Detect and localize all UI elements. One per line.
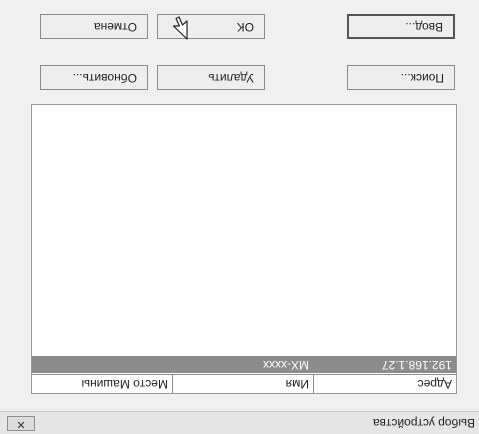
delete-button[interactable]: Удалить: [157, 65, 265, 90]
column-header-location[interactable]: Место Машины: [32, 374, 172, 393]
close-icon: ✕: [16, 418, 26, 430]
device-select-dialog: Выбор устройства ✕ Адрес Имя Место Машин…: [0, 0, 479, 434]
title-bar: Выбор устройства ✕: [0, 411, 479, 434]
input-button[interactable]: Ввод...: [347, 14, 455, 39]
device-list[interactable]: Адрес Имя Место Машины 192.168.1.27 MX-x…: [31, 104, 457, 394]
cancel-button[interactable]: Отмена: [40, 14, 148, 39]
dialog-title: Выбор устройства: [372, 416, 475, 430]
row-address: 192.168.1.27: [381, 358, 452, 372]
column-header-address[interactable]: Адрес: [313, 374, 456, 393]
row-name: MX-xxxx: [263, 358, 309, 372]
refresh-button[interactable]: Обновить...: [40, 65, 148, 90]
table-row[interactable]: 192.168.1.27 MX-xxxx: [32, 356, 456, 373]
column-header-name[interactable]: Имя: [172, 374, 313, 393]
search-button[interactable]: Поиск...: [347, 65, 455, 90]
row-location: [32, 356, 172, 373]
pointer-cursor-icon: [172, 16, 188, 40]
close-button[interactable]: ✕: [7, 416, 35, 431]
